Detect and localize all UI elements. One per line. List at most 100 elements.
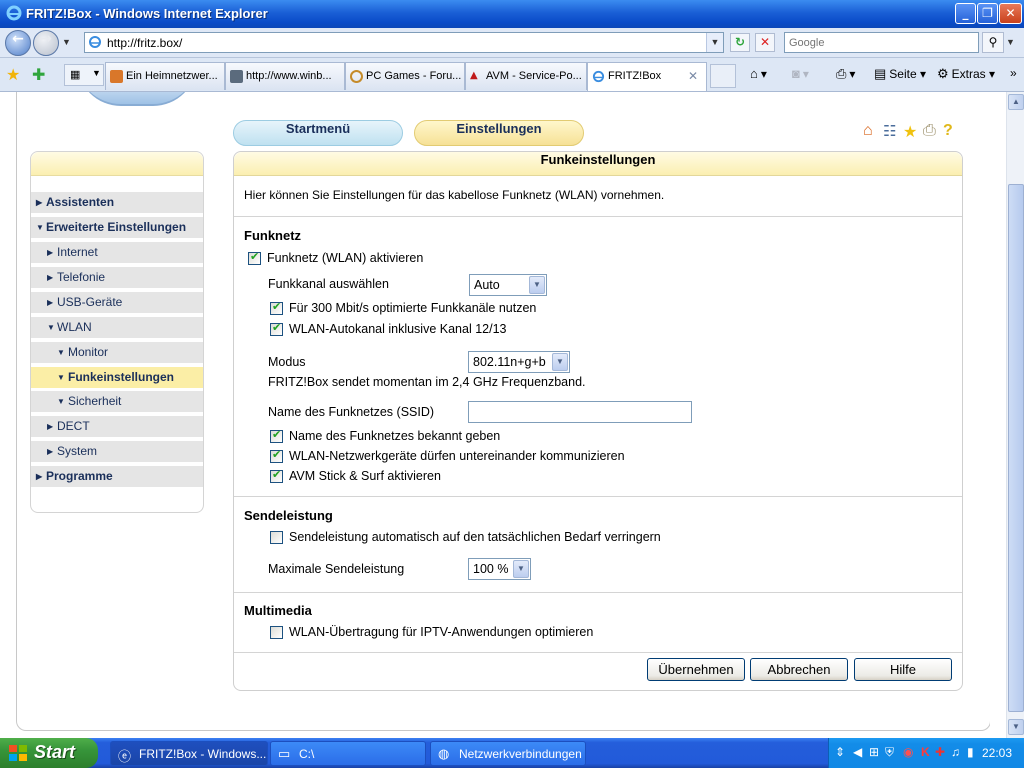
- back-button[interactable]: ←: [5, 30, 31, 56]
- add-favorite-icon[interactable]: ✚: [32, 65, 45, 85]
- sidebar-item-funkeinstellungen[interactable]: ▼ Funkeinstellungen: [31, 367, 203, 389]
- favorites-icon[interactable]: ★: [903, 122, 917, 142]
- more-commands-icon[interactable]: »: [1010, 66, 1017, 80]
- wlan-activate-checkbox[interactable]: [248, 250, 261, 265]
- autochannel-label: WLAN-Autokanal inklusive Kanal 12/13: [289, 322, 507, 336]
- tab-avm-service[interactable]: ▲ AVM - Service-Po...: [465, 62, 587, 90]
- forward-button[interactable]: →: [33, 30, 59, 56]
- tab-list-dropdown-icon[interactable]: ▼: [92, 68, 101, 78]
- print-icon[interactable]: ⎙ ▾: [836, 66, 855, 82]
- iptv-label: WLAN-Übertragung für IPTV-Anwendungen op…: [289, 625, 594, 639]
- help-button[interactable]: Hilfe: [854, 658, 952, 681]
- tab-fritzbox[interactable]: FRITZ!Box ✕: [587, 62, 707, 91]
- tab-heimnetzwerk[interactable]: Ein Heimnetzwer...: [105, 62, 225, 90]
- scroll-up-icon[interactable]: ▲: [1008, 94, 1024, 110]
- sidebar-item-internet[interactable]: ▶ Internet: [31, 242, 203, 264]
- close-tab-icon[interactable]: ✕: [688, 69, 698, 83]
- start-button[interactable]: Start: [0, 738, 98, 768]
- help-icon[interactable]: ?: [943, 122, 953, 140]
- ssid-input[interactable]: [468, 401, 692, 423]
- volume-tray-icon[interactable]: ♫: [951, 745, 960, 759]
- sidebar-item-sicherheit[interactable]: ▼ Sicherheit: [31, 391, 203, 413]
- tab-winboard[interactable]: http://www.winb...: [225, 62, 345, 90]
- security-tray-icon[interactable]: ⛨: [885, 745, 894, 760]
- search-field[interactable]: [784, 32, 979, 53]
- tab-pc-games[interactable]: PC Games - Foru...: [345, 62, 465, 90]
- panel-intro: Hier können Sie Einstellungen für das ka…: [244, 188, 665, 202]
- settings-button[interactable]: Einstellungen: [414, 120, 584, 146]
- ie-icon: ⓔ: [118, 749, 132, 764]
- clock: 22:03: [981, 746, 1012, 760]
- url-field[interactable]: http://fritz.box/ ▼: [84, 32, 724, 53]
- print-icon[interactable]: ⎙: [923, 122, 936, 140]
- mode-select[interactable]: 802.11n+g+b ▼: [468, 351, 570, 373]
- minimize-button[interactable]: _: [955, 3, 976, 24]
- sidebar-item-programme[interactable]: ▶ Programme: [31, 466, 203, 488]
- taskbar-item-ie[interactable]: ⓔ FRITZ!Box - Windows...: [110, 741, 268, 766]
- ssid-label: Name des Funknetzes (SSID): [268, 405, 435, 419]
- sidebar-item-erweiterte-einstellungen[interactable]: ▼ Erweiterte Einstellungen: [31, 217, 203, 239]
- autochannel-checkbox[interactable]: [270, 321, 283, 336]
- tray-expand-icon[interactable]: ⇕: [835, 745, 845, 759]
- cancel-button[interactable]: Abbrechen: [750, 658, 848, 681]
- max-power-select[interactable]: 100 % ▼: [468, 558, 531, 580]
- chevron-down-icon: ▼: [57, 373, 65, 382]
- drive-icon: ▭: [278, 746, 291, 761]
- favorites-star-icon[interactable]: ★: [6, 65, 20, 85]
- gear-icon: ⚙: [937, 66, 949, 81]
- home-icon[interactable]: ⌂: [863, 122, 873, 140]
- tray-arrow-icon[interactable]: ◀: [853, 745, 862, 759]
- taskbar-item-explorer[interactable]: ▭ C:\: [270, 741, 426, 766]
- shield-tray-icon[interactable]: ✚: [935, 745, 945, 759]
- sidebar-item-assistenten[interactable]: ▶ Assistenten: [31, 192, 203, 214]
- page-menu-icon: ▤: [874, 66, 887, 81]
- channel-select[interactable]: Auto ▼: [469, 274, 547, 296]
- scroll-thumb[interactable]: [1008, 184, 1024, 712]
- opt-300-checkbox[interactable]: [270, 300, 283, 315]
- signal-tray-icon[interactable]: ▮: [967, 745, 974, 759]
- apply-button[interactable]: Übernehmen: [647, 658, 745, 681]
- sidebar-item-monitor[interactable]: ▼ Monitor: [31, 342, 203, 364]
- search-input[interactable]: [785, 33, 978, 52]
- page-menu[interactable]: ▤ Seite ▾: [874, 66, 926, 82]
- network-tray-icon[interactable]: ⊞: [869, 745, 879, 759]
- taskbar-item-network[interactable]: ◍ Netzwerkverbindungen: [430, 741, 586, 766]
- quick-tabs-icon: ▦: [70, 69, 81, 81]
- new-tab-button[interactable]: [710, 64, 736, 88]
- start-menu-button[interactable]: Startmenü: [233, 120, 403, 146]
- maximize-button[interactable]: ❐: [977, 3, 998, 24]
- close-window-button[interactable]: ✕: [999, 3, 1022, 24]
- feeds-icon[interactable]: ◙ ▾: [792, 66, 809, 81]
- mode-label: Modus: [268, 355, 306, 369]
- url-dropdown-icon[interactable]: ▼: [706, 33, 723, 52]
- url-text: http://fritz.box/: [107, 36, 183, 50]
- intercom-checkbox[interactable]: [270, 448, 283, 463]
- scroll-down-icon[interactable]: ▼: [1008, 719, 1024, 735]
- tools-menu[interactable]: ⚙ Extras ▾: [937, 66, 995, 82]
- sidebar-item-telefonie[interactable]: ▶ Telefonie: [31, 267, 203, 289]
- sidebar-item-dect[interactable]: ▶ DECT: [31, 416, 203, 438]
- history-dropdown-icon[interactable]: ▼: [62, 37, 71, 47]
- search-options-icon[interactable]: ▼: [1006, 37, 1015, 47]
- stick-surf-checkbox[interactable]: [270, 468, 283, 483]
- chevron-right-icon: ▶: [47, 273, 54, 282]
- antivirus-tray-icon[interactable]: ◉: [903, 745, 913, 759]
- quick-tabs-button[interactable]: ▦ ▼: [64, 64, 104, 86]
- sidebar-item-usb-geraete[interactable]: ▶ USB-Geräte: [31, 292, 203, 314]
- sitemap-icon[interactable]: ☷: [883, 122, 896, 140]
- sidebar-header: [31, 152, 203, 176]
- search-icon[interactable]: ⚲: [982, 32, 1004, 53]
- ie-page-icon: [592, 70, 605, 83]
- sidebar-item-system[interactable]: ▶ System: [31, 441, 203, 463]
- refresh-icon[interactable]: ↻: [730, 33, 750, 52]
- power-auto-checkbox[interactable]: [270, 531, 283, 544]
- k-tray-icon[interactable]: K: [921, 745, 930, 759]
- stop-icon[interactable]: ✕: [755, 33, 775, 52]
- chevron-right-icon: ▶: [47, 447, 54, 456]
- iptv-checkbox[interactable]: [270, 626, 283, 639]
- home-icon[interactable]: ⌂ ▾: [750, 66, 767, 81]
- sidebar-item-wlan[interactable]: ▼ WLAN: [31, 317, 203, 339]
- power-auto-label: Sendeleistung automatisch auf den tatsäc…: [289, 530, 661, 544]
- vertical-scrollbar[interactable]: ▲ ▼: [1006, 92, 1024, 738]
- broadcast-ssid-checkbox[interactable]: [270, 428, 283, 443]
